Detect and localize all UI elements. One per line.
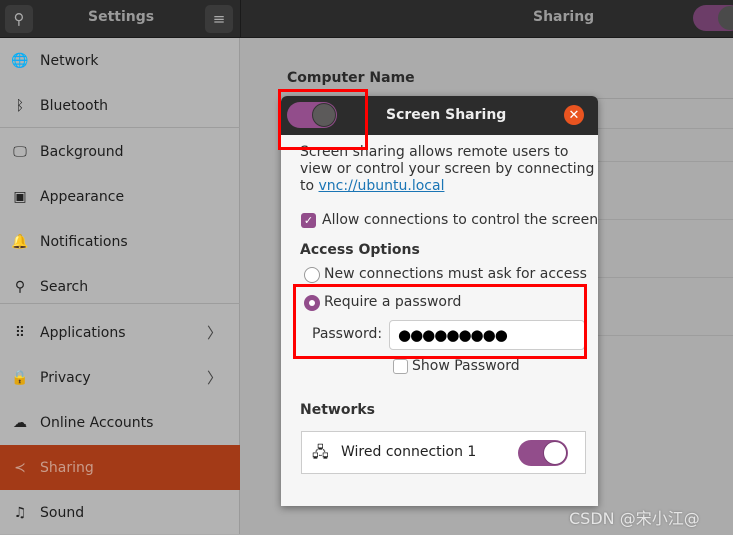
search-icon: ⚲	[14, 278, 26, 295]
network-toggle[interactable]	[518, 440, 568, 466]
ask-access-label: New connections must ask for access	[324, 266, 587, 282]
monitor-icon: 🖵	[13, 143, 27, 160]
highlight-box-password	[293, 284, 587, 359]
sidebar-item-bluetooth[interactable]: ᛒ Bluetooth	[0, 83, 240, 128]
appearance-icon: ▣	[13, 188, 27, 205]
sidebar-item-label: Search	[40, 278, 89, 295]
sidebar-item-label: Network	[40, 52, 99, 69]
sidebar-item-appearance[interactable]: ▣ Appearance	[0, 174, 240, 219]
highlight-box-toggle	[278, 89, 368, 150]
allow-control-checkbox[interactable]: ✓	[301, 213, 316, 228]
sidebar-item-label: Bluetooth	[40, 97, 108, 114]
sidebar-item-online-accounts[interactable]: ☁ Online Accounts	[0, 400, 240, 445]
page-title: Sharing	[533, 9, 595, 25]
sidebar-separator	[0, 127, 240, 128]
close-icon: ✕	[568, 107, 580, 123]
sidebar-item-label: Applications	[40, 324, 126, 341]
globe-icon: 🌐	[11, 52, 29, 69]
sidebar-item-network[interactable]: 🌐 Network	[0, 38, 240, 83]
description-line: to vnc://ubuntu.local	[300, 178, 445, 194]
sidebar-item-sharing[interactable]: ≺ Sharing	[0, 445, 240, 490]
sharing-master-toggle[interactable]	[693, 5, 733, 31]
computer-name-label: Computer Name	[287, 70, 415, 86]
wired-network-icon: 🖧	[312, 443, 329, 461]
sidebar-title: Settings	[88, 9, 155, 25]
search-icon: ⚲	[13, 10, 25, 28]
sidebar-item-applications[interactable]: ⠿ Applications 〉	[0, 310, 240, 355]
grid-icon: ⠿	[14, 324, 26, 341]
access-options-heading: Access Options	[300, 242, 420, 258]
ask-access-radio[interactable]	[304, 267, 320, 283]
sidebar-item-label: Sound	[40, 504, 85, 521]
sidebar-item-label: Sharing	[40, 459, 94, 476]
bluetooth-icon: ᛒ	[15, 97, 25, 114]
chevron-right-icon: 〉	[206, 369, 222, 387]
sidebar-item-label: Appearance	[40, 188, 125, 205]
watermark: CSDN @宋小江@	[569, 509, 700, 528]
description-line: view or control your screen by connectin…	[300, 161, 595, 177]
sidebar-item-notifications[interactable]: 🔔 Notifications	[0, 219, 240, 264]
share-icon: ≺	[14, 459, 26, 476]
sidebar: 🌐 Network ᛒ Bluetooth 🖵 Background ▣ Appearance…	[0, 38, 240, 534]
music-note-icon: ♫	[13, 504, 27, 521]
show-password-checkbox[interactable]	[393, 359, 408, 374]
show-password-label: Show Password	[412, 358, 520, 374]
close-button[interactable]: ✕	[564, 105, 584, 125]
lock-icon: 🔒	[11, 369, 29, 386]
menu-button[interactable]: ≡	[205, 5, 233, 33]
sidebar-item-background[interactable]: 🖵 Background	[0, 129, 240, 174]
hamburger-icon: ≡	[212, 10, 226, 28]
dialog-title: Screen Sharing	[386, 107, 507, 123]
allow-control-label: Allow connections to control the screen	[322, 212, 598, 228]
sidebar-item-label: Privacy	[40, 369, 91, 386]
cloud-icon: ☁	[13, 414, 27, 431]
network-row: 🖧 Wired connection 1	[301, 431, 586, 474]
sidebar-separator	[0, 303, 240, 304]
search-button[interactable]: ⚲	[5, 5, 33, 33]
sidebar-item-label: Notifications	[40, 233, 128, 250]
chevron-right-icon: 〉	[206, 324, 222, 342]
networks-heading: Networks	[300, 402, 376, 418]
network-name: Wired connection 1	[341, 444, 477, 460]
vnc-link[interactable]: vnc://ubuntu.local	[319, 178, 445, 194]
sidebar-item-label: Online Accounts	[40, 414, 154, 431]
sidebar-item-sound[interactable]: ♫ Sound	[0, 490, 240, 535]
sidebar-item-privacy[interactable]: 🔒 Privacy 〉	[0, 355, 240, 400]
bell-icon: 🔔	[11, 233, 29, 250]
sidebar-item-label: Background	[40, 143, 124, 160]
